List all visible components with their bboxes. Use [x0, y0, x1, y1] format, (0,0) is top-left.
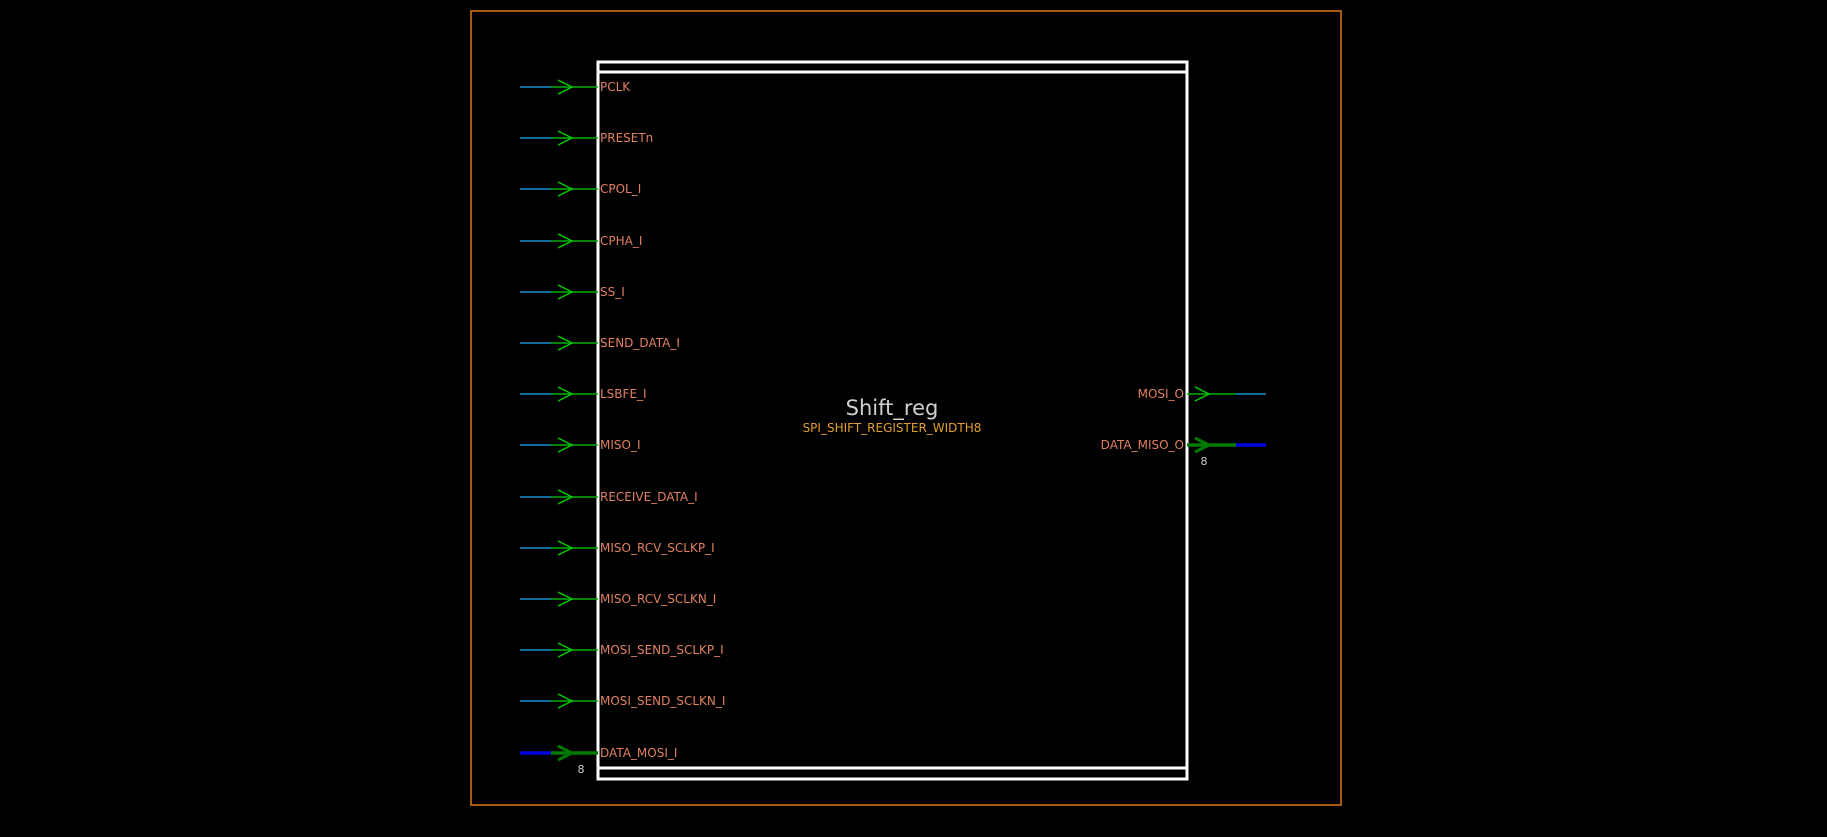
pin-label-mosi-send-sclkp-i: MOSI_SEND_SCLKP_I: [600, 643, 724, 657]
pin-label-pclk: PCLK: [600, 80, 631, 94]
pin-label-cpha-i: CPHA_I: [600, 234, 642, 248]
pin-label-receive-data-i: RECEIVE_DATA_I: [600, 490, 698, 504]
pin-label-data-miso-o: DATA_MISO_O: [1101, 438, 1184, 452]
pin-label-presetn: PRESETn: [600, 131, 653, 145]
pin-label-lsbfe-i: LSBFE_I: [600, 387, 647, 401]
schematic-canvas: Shift_reg SPI_SHIFT_REGISTER_WIDTH8 PCLK…: [0, 0, 1827, 837]
pin-label-data-mosi-i: DATA_MOSI_I: [600, 746, 677, 760]
pin-label-miso-rcv-sclkp-i: MISO_RCV_SCLKP_I: [600, 541, 715, 555]
instance-name: Shift_reg: [846, 396, 939, 421]
pin-label-miso-i: MISO_I: [600, 438, 641, 452]
pin-label-miso-rcv-sclkn-i: MISO_RCV_SCLKN_I: [600, 592, 716, 606]
pin-label-ss-i: SS_I: [600, 285, 625, 299]
cell-name: SPI_SHIFT_REGISTER_WIDTH8: [803, 421, 982, 435]
pin-label-send-data-i: SEND_DATA_I: [600, 336, 680, 350]
bus-width-label: 8: [1201, 455, 1208, 468]
pin-label-cpol-i: CPOL_I: [600, 182, 641, 196]
pin-label-mosi-send-sclkn-i: MOSI_SEND_SCLKN_I: [600, 694, 725, 708]
pin-label-mosi-o: MOSI_O: [1138, 387, 1184, 401]
bus-width-label: 8: [578, 763, 585, 776]
